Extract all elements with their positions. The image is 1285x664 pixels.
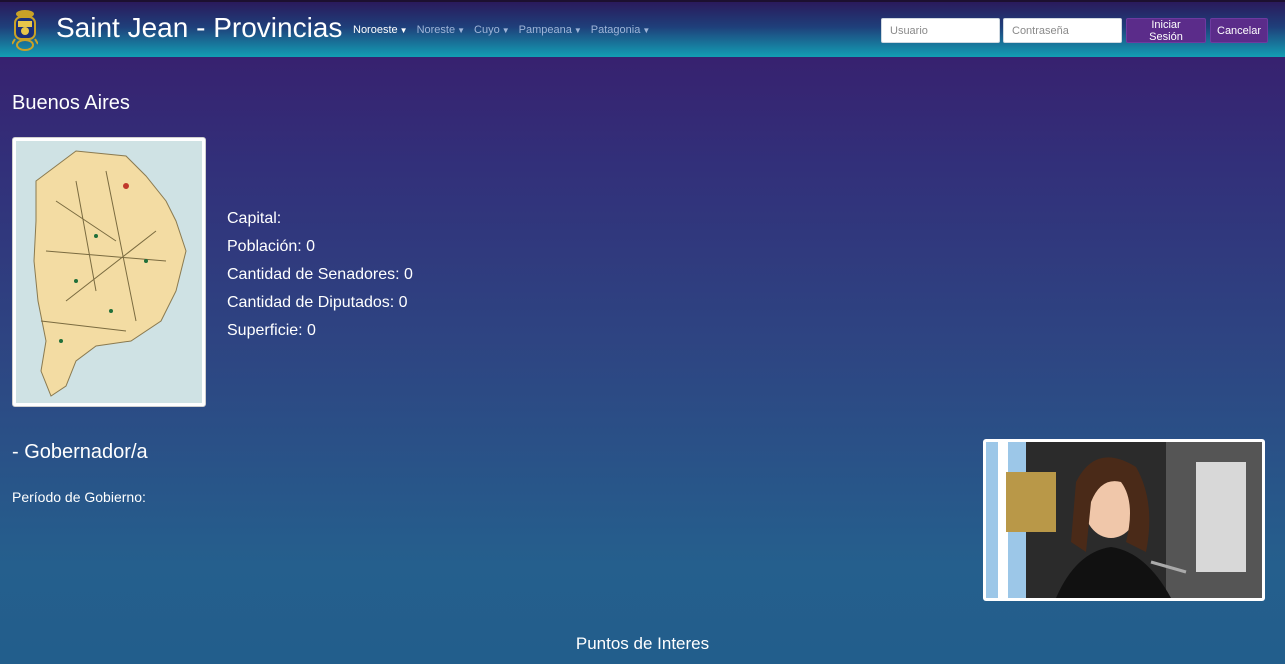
top-navbar: Saint Jean - Provincias Noroeste ▼ Norest… <box>0 0 1285 57</box>
nav-item-pampeana[interactable]: Pampeana ▼ <box>519 24 582 36</box>
caret-down-icon: ▼ <box>573 26 582 35</box>
senators-label: Cantidad de Senadores: 0 <box>227 266 413 283</box>
cancel-button[interactable]: Cancelar <box>1210 18 1268 43</box>
province-map-image <box>12 137 206 407</box>
population-label: Población: 0 <box>227 238 316 255</box>
caret-down-icon: ▼ <box>457 26 466 35</box>
capital-label: Capital: <box>227 210 282 227</box>
caret-down-icon: ▼ <box>501 26 510 35</box>
deputies-label: Cantidad de Diputados: 0 <box>227 294 408 311</box>
government-period: Período de Gobierno: <box>12 489 146 505</box>
province-info: Capital: Población: 0 Cantidad de Senado… <box>227 205 413 345</box>
governor-title: - Gobernador/a <box>12 441 148 463</box>
brand-title[interactable]: Saint Jean - Provincias <box>56 12 342 44</box>
governor-photo <box>986 442 1262 598</box>
nav-item-cuyo[interactable]: Cuyo ▼ <box>474 24 510 36</box>
governor-photo-image <box>983 439 1265 601</box>
caret-down-icon: ▼ <box>399 26 408 35</box>
nav-item-noroeste[interactable]: Noroeste ▼ <box>353 24 408 36</box>
province-title: Buenos Aires <box>12 92 130 114</box>
username-input[interactable] <box>881 18 1000 43</box>
coat-of-arms-icon[interactable] <box>12 8 38 52</box>
points-of-interest-title: Puntos de Interes <box>575 634 710 653</box>
login-button[interactable]: Iniciar Sesión <box>1126 18 1206 43</box>
nav-item-noreste[interactable]: Noreste ▼ <box>417 24 465 36</box>
region-menu: Noroeste ▼ Noreste ▼ Cuyo ▼ Pampeana ▼ Patag… <box>353 24 650 36</box>
surface-label: Superficie: 0 <box>227 322 316 339</box>
nav-item-patagonia[interactable]: Patagonia ▼ <box>591 24 650 36</box>
map-illustration <box>16 141 202 403</box>
caret-down-icon: ▼ <box>642 26 651 35</box>
password-input[interactable] <box>1003 18 1122 43</box>
